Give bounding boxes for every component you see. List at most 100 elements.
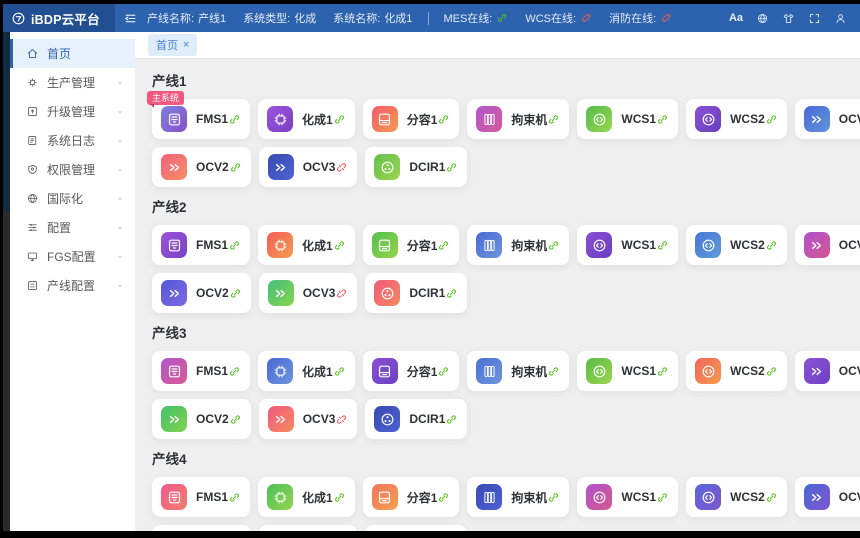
link-online-icon[interactable] (765, 113, 778, 126)
user-icon[interactable] (834, 12, 847, 25)
sidebar-item-配置[interactable]: 配置 (10, 213, 135, 242)
link-broken-icon[interactable] (335, 287, 348, 300)
card-label: 分容1 (407, 237, 438, 254)
ocv-icon (161, 280, 187, 306)
system-card-WCS2[interactable]: WCS2 (686, 225, 787, 265)
link-online-icon[interactable] (445, 413, 458, 426)
tab-home[interactable]: 首页 × (148, 34, 197, 56)
link-online-icon[interactable] (228, 365, 241, 378)
system-card-WCS2[interactable]: WCS2 (686, 351, 787, 391)
link-online-icon[interactable] (765, 491, 778, 504)
fullscreen-icon[interactable] (808, 12, 821, 25)
sidebar-item-首页[interactable]: 首页 (10, 39, 135, 68)
link-online-icon[interactable] (547, 365, 560, 378)
system-card-FMS1[interactable]: FMS1 (152, 351, 250, 391)
link-online-icon[interactable] (547, 113, 560, 126)
link-online-icon[interactable] (228, 239, 241, 252)
link-online-icon[interactable] (229, 287, 242, 300)
system-card-OCV3[interactable]: OCV3 (259, 399, 358, 439)
system-card-OCV3[interactable]: OCV3 (259, 273, 358, 313)
system-card-OCV1[interactable]: OCV1 (795, 99, 860, 139)
link-online-icon[interactable] (547, 491, 560, 504)
system-card-OCV3[interactable]: OCV3 (259, 525, 358, 531)
system-card-分容1[interactable]: 分容1 (363, 225, 460, 265)
link-online-icon[interactable] (333, 239, 346, 252)
link-online-icon[interactable] (228, 113, 241, 126)
system-card-OCV3[interactable]: OCV3 (259, 147, 358, 187)
link-online-icon[interactable] (765, 365, 778, 378)
link-online-icon[interactable] (229, 413, 242, 426)
system-card-DCIR1[interactable]: DCIR1 (365, 273, 467, 313)
sidebar-item-生产管理[interactable]: 生产管理 (10, 68, 135, 97)
theme-icon[interactable] (782, 12, 795, 25)
link-online-icon[interactable] (437, 491, 450, 504)
system-card-化成1[interactable]: 化成1 (258, 351, 355, 391)
system-card-拘束机[interactable]: 拘束机 (467, 99, 569, 139)
font-size-icon[interactable]: Aa (729, 12, 743, 24)
sidebar-item-升级管理[interactable]: 升级管理 (10, 97, 135, 126)
link-online-icon[interactable] (228, 491, 241, 504)
system-card-FMS1[interactable]: 主系统FMS1 (152, 99, 250, 139)
link-broken-icon[interactable] (335, 413, 348, 426)
system-card-FMS1[interactable]: FMS1 (152, 225, 250, 265)
sidebar-item-产线配置[interactable]: 产线配置 (10, 271, 135, 300)
sidebar-item-系统日志[interactable]: 系统日志 (10, 126, 135, 155)
link-online-icon[interactable] (229, 161, 242, 174)
link-online-icon[interactable] (445, 287, 458, 300)
card-row: OCV2OCV3DCIR1 (152, 273, 845, 313)
tab-close-icon[interactable]: × (183, 40, 189, 51)
system-card-OCV2[interactable]: OCV2 (152, 147, 251, 187)
system-card-WCS1[interactable]: WCS1 (577, 351, 678, 391)
link-online-icon[interactable] (437, 113, 450, 126)
system-card-DCIR1[interactable]: DCIR1 (365, 525, 467, 531)
sidebar-collapse-icon[interactable] (124, 12, 137, 25)
link-online-icon[interactable] (547, 239, 560, 252)
system-card-OCV2[interactable]: OCV2 (152, 525, 251, 531)
system-card-化成1[interactable]: 化成1 (258, 477, 355, 517)
system-card-OCV1[interactable]: OCV1 (795, 351, 860, 391)
system-card-OCV1[interactable]: OCV1 (795, 477, 860, 517)
sidebar-item-权限管理[interactable]: 权限管理 (10, 155, 135, 184)
link-online-icon[interactable] (656, 491, 669, 504)
link-broken-icon[interactable] (335, 161, 348, 174)
system-card-OCV2[interactable]: OCV2 (152, 399, 251, 439)
language-icon[interactable] (756, 12, 769, 25)
header-tools: Aa (729, 12, 847, 25)
system-card-OCV2[interactable]: OCV2 (152, 273, 251, 313)
system-card-分容1[interactable]: 分容1 (363, 477, 460, 517)
system-card-FMS1[interactable]: FMS1 (152, 477, 250, 517)
link-online-icon[interactable] (437, 365, 450, 378)
link-online-icon[interactable] (333, 491, 346, 504)
card-label: FMS1 (196, 112, 228, 126)
system-card-WCS1[interactable]: WCS1 (577, 99, 678, 139)
system-card-拘束机[interactable]: 拘束机 (467, 477, 569, 517)
header-info-pair: 产线名称:产线1 (147, 10, 226, 26)
link-online-icon[interactable] (437, 239, 450, 252)
system-card-DCIR1[interactable]: DCIR1 (365, 147, 467, 187)
link-online-icon[interactable] (333, 365, 346, 378)
header-info: 产线名称:产线1系统类型:化成系统名称:化成1 (147, 10, 412, 26)
system-card-OCV1[interactable]: OCV1 (795, 225, 860, 265)
link-online-icon[interactable] (445, 161, 458, 174)
link-online-icon[interactable] (333, 113, 346, 126)
system-card-WCS2[interactable]: WCS2 (686, 477, 787, 517)
system-card-拘束机[interactable]: 拘束机 (467, 225, 569, 265)
sidebar-item-国际化[interactable]: 国际化 (10, 184, 135, 213)
system-card-分容1[interactable]: 分容1 (363, 99, 460, 139)
system-card-拘束机[interactable]: 拘束机 (467, 351, 569, 391)
system-card-化成1[interactable]: 化成1 (258, 225, 355, 265)
link-online-icon[interactable] (656, 239, 669, 252)
sidebar-item-FGS配置[interactable]: FGS配置 (10, 242, 135, 271)
link-online-icon[interactable] (765, 239, 778, 252)
system-card-WCS2[interactable]: WCS2 (686, 99, 787, 139)
system-card-WCS1[interactable]: WCS1 (577, 225, 678, 265)
system-card-DCIR1[interactable]: DCIR1 (365, 399, 467, 439)
card-label: OCV2 (196, 160, 229, 174)
link-online-icon[interactable] (656, 365, 669, 378)
header-info-label: 产线名称: (147, 10, 194, 26)
system-card-分容1[interactable]: 分容1 (363, 351, 460, 391)
link-online-icon[interactable] (656, 113, 669, 126)
system-card-WCS1[interactable]: WCS1 (577, 477, 678, 517)
system-card-化成1[interactable]: 化成1 (258, 99, 355, 139)
section-title: 产线1 (152, 70, 845, 90)
